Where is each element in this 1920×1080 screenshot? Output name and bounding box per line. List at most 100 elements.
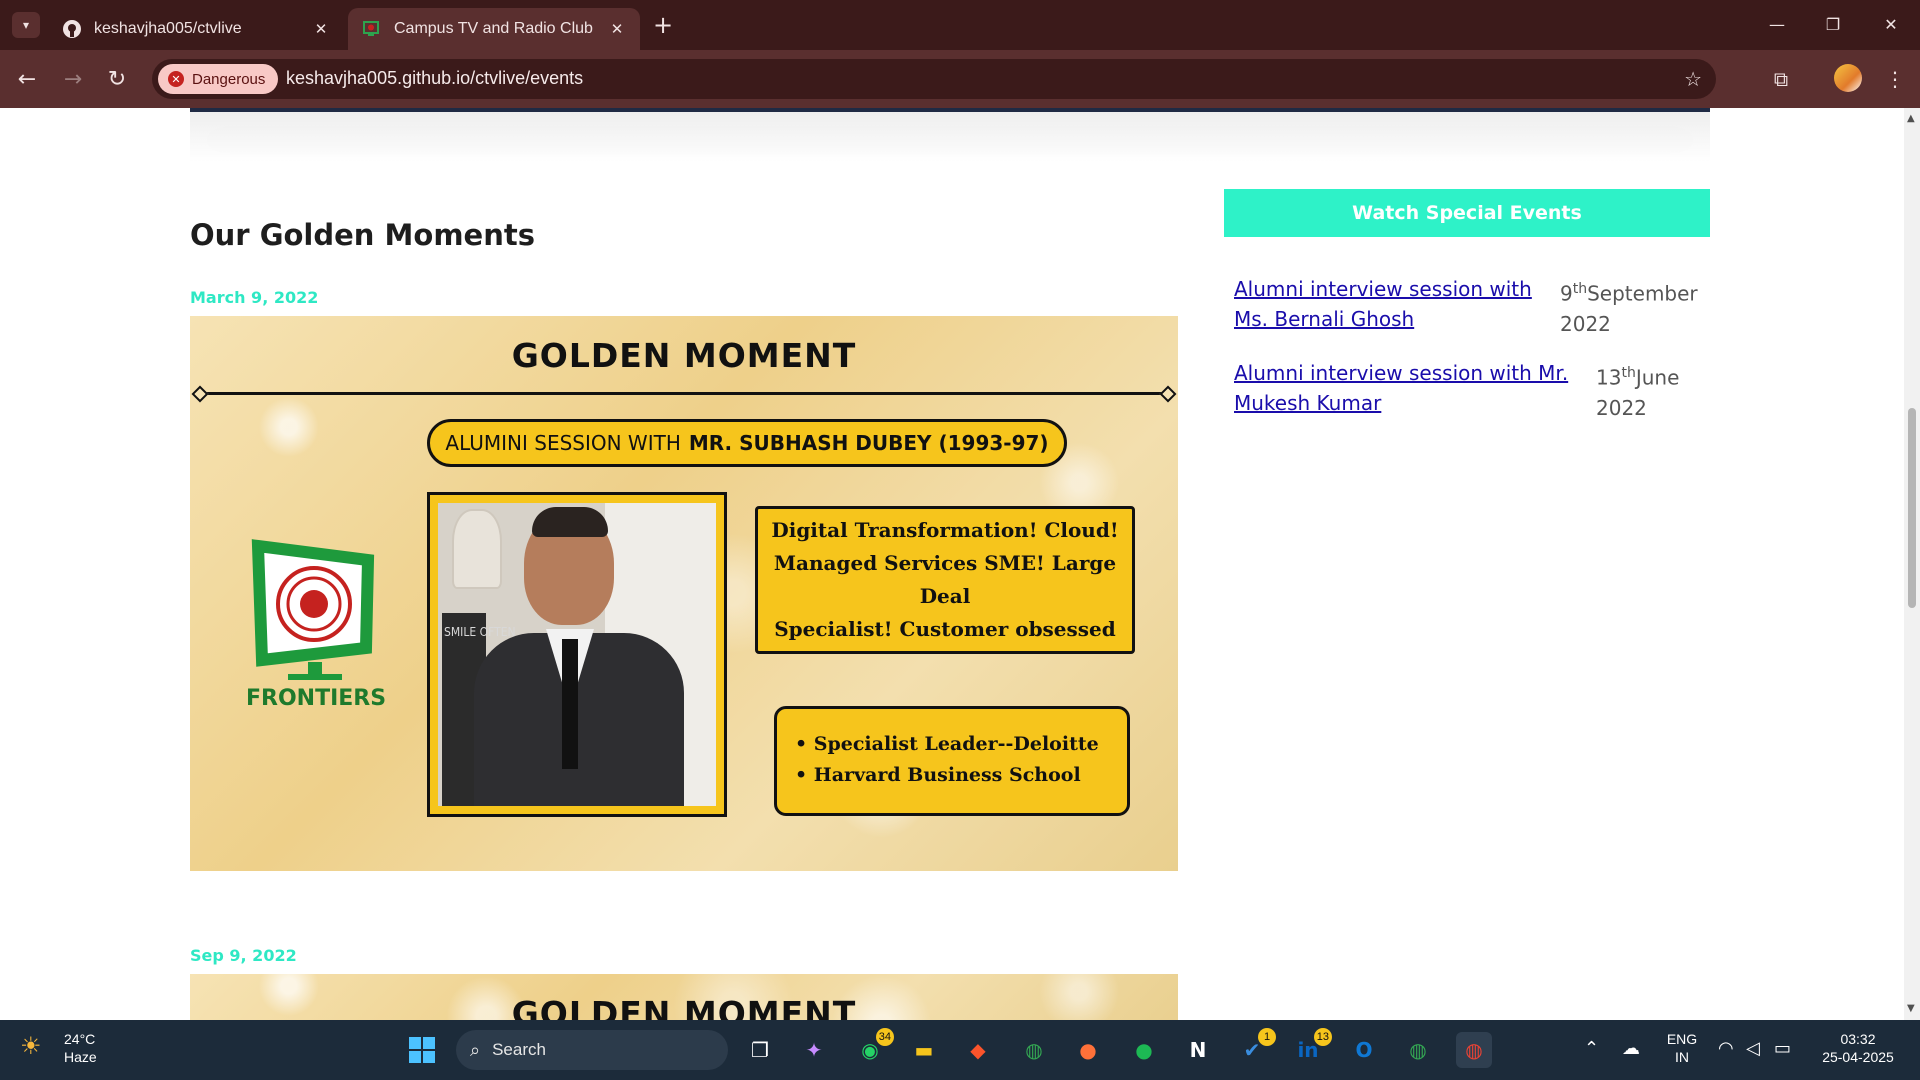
date-year: 2022 xyxy=(1560,311,1611,336)
firefox-icon[interactable]: ● xyxy=(1070,1032,1106,1068)
todo-icon[interactable]: ✔ 1 xyxy=(1234,1028,1276,1068)
date-suffix: th xyxy=(1572,281,1588,297)
scroll-thumb[interactable] xyxy=(1908,408,1916,608)
volume-icon[interactable]: ◁ xyxy=(1746,1038,1760,1059)
alumni-photo: SMILE OFTEN xyxy=(427,492,727,817)
event-date: March 9, 2022 xyxy=(190,288,319,307)
link-line: Ms. Bernali Ghosh xyxy=(1234,307,1415,331)
language-indicator[interactable]: ENG IN xyxy=(1664,1030,1700,1066)
highlight-line: Digital Transformation! Cloud! xyxy=(771,518,1119,542)
photo-hair xyxy=(532,507,608,537)
security-status-label: Dangerous xyxy=(192,70,266,88)
security-status-chip[interactable]: ✕ Dangerous xyxy=(158,64,278,94)
clock-time: 03:32 xyxy=(1840,1031,1876,1047)
tab-campus-tv[interactable]: Campus TV and Radio Club ✕ xyxy=(348,8,640,50)
scroll-down-arrow-icon[interactable]: ▼ xyxy=(1907,1004,1917,1014)
link-line: Alumni interview session with Mr. xyxy=(1234,361,1569,385)
chrome-icon[interactable]: ◍ xyxy=(1016,1032,1052,1068)
credential-text: Specialist Leader--Deloitte xyxy=(813,733,1099,755)
outlook-icon[interactable]: O xyxy=(1346,1032,1382,1068)
tab-search-chevron-icon[interactable]: ▾ xyxy=(12,12,40,38)
clock-date: 25-04-2025 xyxy=(1822,1049,1894,1065)
pill-name: MR. SUBHASH DUBEY (1993-97) xyxy=(688,431,1049,455)
header-shadow xyxy=(190,112,1710,162)
search-label: Search xyxy=(492,1040,546,1059)
link-line: Alumni interview session with xyxy=(1234,277,1532,301)
clock[interactable]: 03:32 25-04-2025 xyxy=(1810,1030,1906,1066)
todo-badge: 1 xyxy=(1258,1028,1276,1046)
page-viewport: Our Golden Moments March 9, 2022 GOLDEN … xyxy=(0,108,1904,1020)
credential-item: • Specialist Leader--Deloitte xyxy=(795,733,1099,755)
weather-widget[interactable]: ☀ 24°C Haze xyxy=(20,1030,97,1066)
close-tab-icon[interactable]: ✕ xyxy=(606,18,628,40)
new-tab-plus-icon[interactable]: + xyxy=(650,11,676,39)
windows-taskbar: ☀ 24°C Haze ⌕ Search ❐ ✦ ◉ 34 ▬ ◆ ◍ ● ● N… xyxy=(0,1020,1920,1080)
poster-credentials-box: • Specialist Leader--Deloitte • Harvard … xyxy=(774,706,1130,816)
date-suffix: th xyxy=(1621,365,1636,381)
close-window-icon[interactable]: ✕ xyxy=(1876,10,1906,38)
poster-title: GOLDEN MOMENT xyxy=(511,994,857,1020)
chrome-active-icon[interactable]: ◍ xyxy=(1456,1032,1492,1068)
photo-image: SMILE OFTEN xyxy=(438,503,716,806)
golden-moment-poster: GOLDEN MOMENT xyxy=(190,974,1178,1020)
tray-chevron-icon[interactable]: ⌃ xyxy=(1584,1038,1599,1059)
site-favicon-icon xyxy=(362,19,382,39)
danger-x-icon: ✕ xyxy=(168,71,184,87)
whatsapp-badge: 34 xyxy=(875,1028,894,1046)
taskbar-search[interactable]: ⌕ Search xyxy=(456,1030,728,1070)
linkedin-badge: 13 xyxy=(1313,1028,1332,1046)
special-event-link[interactable]: Alumni interview session with Ms. Bernali… xyxy=(1234,274,1532,334)
extensions-puzzle-icon[interactable]: ⧉ xyxy=(1766,64,1796,94)
highlight-line: Managed Services SME! Large Deal xyxy=(773,551,1117,608)
special-event-link[interactable]: Alumni interview session with Mr. Mukesh … xyxy=(1234,358,1568,418)
photo-vase xyxy=(452,509,502,589)
wifi-icon[interactable]: ◠ xyxy=(1718,1038,1734,1059)
url-text[interactable]: keshavjha005.github.io/ctvlive/events xyxy=(286,68,583,89)
forward-arrow-icon[interactable]: → xyxy=(58,64,88,94)
linkedin-icon[interactable]: in 13 xyxy=(1290,1028,1332,1068)
poster-divider xyxy=(196,392,1172,395)
page-scrollbar[interactable]: ▲ ▼ xyxy=(1904,108,1920,1020)
sidebar-heading: Watch Special Events xyxy=(1224,189,1710,237)
restore-icon[interactable]: ❐ xyxy=(1818,10,1848,38)
tab-title: Campus TV and Radio Club xyxy=(394,20,593,37)
photo-tie xyxy=(562,639,578,769)
logo-text: FRONTIERS xyxy=(246,686,387,711)
date-day: 9 xyxy=(1560,281,1573,306)
lang-code: ENG xyxy=(1666,1031,1698,1047)
whatsapp-icon[interactable]: ◉ 34 xyxy=(852,1028,894,1068)
notion-icon[interactable]: N xyxy=(1180,1032,1216,1068)
brave-icon[interactable]: ◆ xyxy=(960,1032,996,1068)
date-year: 2022 xyxy=(1596,395,1647,420)
bookmark-star-icon[interactable]: ☆ xyxy=(1684,67,1702,91)
lang-region: IN xyxy=(1675,1049,1689,1065)
chrome-profile-icon[interactable]: ◍ xyxy=(1400,1032,1436,1068)
minimize-icon[interactable]: — xyxy=(1762,10,1792,38)
browser-toolbar: ← → ↻ ✕ Dangerous keshavjha005.github.io… xyxy=(0,50,1920,108)
menu-kebab-icon[interactable]: ⋮ xyxy=(1880,64,1910,94)
credential-item: • Harvard Business School xyxy=(795,764,1081,786)
tab-github[interactable]: keshavjha005/ctvlive ✕ xyxy=(48,8,344,50)
frontiers-logo: FRONTIERS xyxy=(246,536,398,716)
weather-desc: Haze xyxy=(64,1049,97,1065)
spotify-icon[interactable]: ● xyxy=(1126,1032,1162,1068)
reload-icon[interactable]: ↻ xyxy=(102,64,132,94)
poster-session-pill: ALUMINI SESSION WITH MR. SUBHASH DUBEY (… xyxy=(427,419,1067,467)
onedrive-cloud-icon[interactable]: ☁ xyxy=(1622,1038,1640,1059)
close-tab-icon[interactable]: ✕ xyxy=(310,18,332,40)
file-explorer-icon[interactable]: ▬ xyxy=(906,1032,942,1068)
photo-sign-text: SMILE OFTEN xyxy=(444,625,516,639)
copilot-icon[interactable]: ✦ xyxy=(796,1032,832,1068)
scroll-up-arrow-icon[interactable]: ▲ xyxy=(1907,114,1917,124)
task-view-icon[interactable]: ❐ xyxy=(742,1032,778,1068)
start-windows-icon[interactable] xyxy=(404,1032,440,1068)
back-arrow-icon[interactable]: ← xyxy=(12,64,42,94)
date-day: 13 xyxy=(1596,365,1622,390)
event-date: Sep 9, 2022 xyxy=(190,946,297,965)
profile-avatar[interactable] xyxy=(1834,64,1862,92)
tab-title: keshavjha005/ctvlive xyxy=(94,20,242,37)
battery-icon[interactable]: ▭ xyxy=(1774,1038,1791,1059)
address-bar[interactable]: ✕ Dangerous keshavjha005.github.io/ctvli… xyxy=(152,59,1716,99)
golden-moment-poster: GOLDEN MOMENT ALUMINI SESSION WITH MR. S… xyxy=(190,316,1178,871)
credential-text: Harvard Business School xyxy=(813,764,1081,786)
